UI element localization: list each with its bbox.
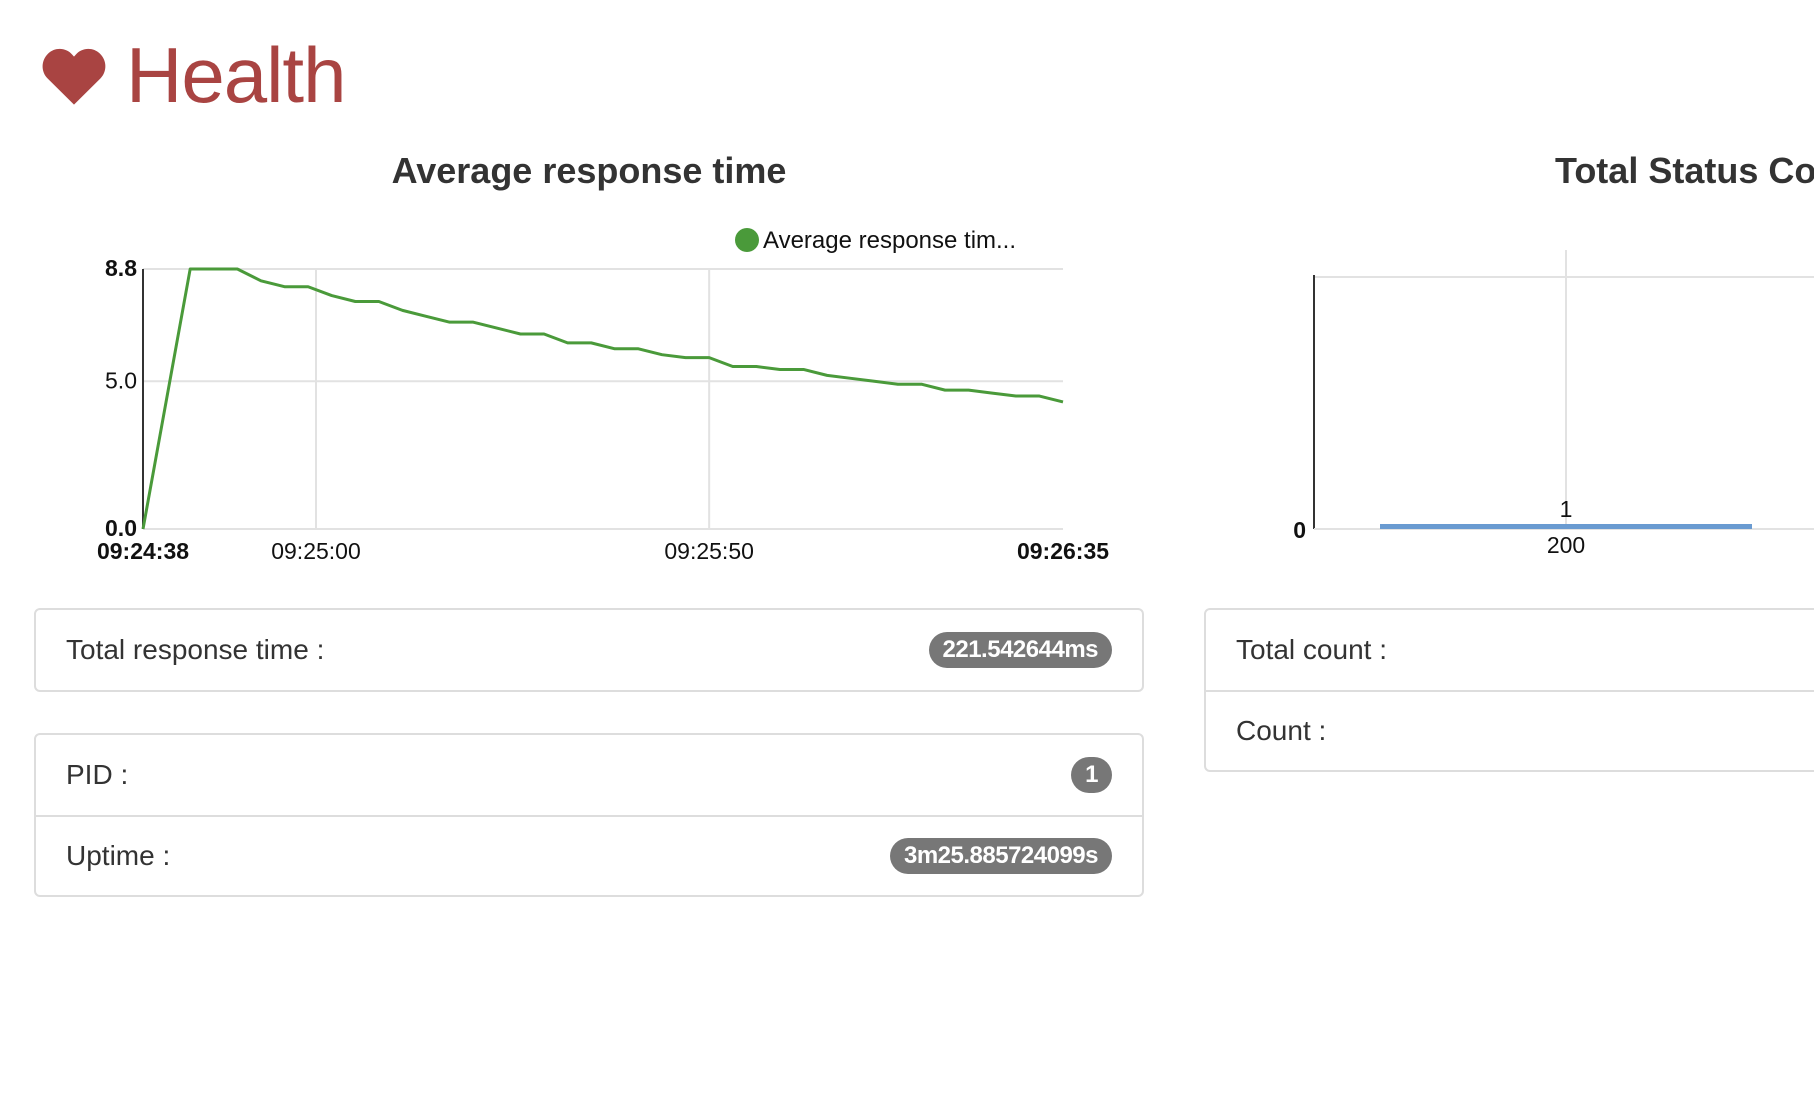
- x-tick-label: 200: [1547, 532, 1585, 558]
- total-response-label: Total response time :: [66, 634, 325, 665]
- total-response-row: Total response time : 221.542644ms: [36, 610, 1142, 690]
- response-time-line: [141, 267, 1064, 530]
- x-tick-label: 09:25:00: [271, 538, 361, 564]
- page-header: Health: [40, 30, 346, 120]
- x-tick-label: 09:26:35: [1017, 538, 1109, 564]
- uptime-badge: 3m25.885724099s: [889, 838, 1112, 874]
- y-tick-label: 0: [1293, 517, 1306, 543]
- total-response-badge: 221.542644ms: [928, 632, 1112, 668]
- total-response-panel: Total response time : 221.542644ms: [34, 608, 1144, 692]
- count-row: Count :: [1206, 690, 1814, 770]
- legend-label: Average response tim...: [763, 227, 1016, 254]
- y-tick-label: 8.8: [105, 255, 137, 281]
- status-code-chart: 0 1 200: [1293, 250, 1814, 558]
- pid-badge: 1: [1071, 757, 1112, 793]
- response-time-chart: 8.85.00.009:24:38 09:25:00 09:25:50 09:26:3…: [97, 227, 1109, 564]
- y-tick-label: 5.0: [105, 367, 137, 393]
- x-tick-label: 09:24:38: [97, 538, 189, 564]
- total-count-label: Total count :: [1236, 634, 1387, 665]
- pid-row: PID : 1: [36, 735, 1142, 815]
- legend-swatch: [735, 228, 759, 252]
- process-info-panel: PID : 1 Uptime : 3m25.885724099s: [34, 733, 1144, 897]
- response-chart-title: Average response time: [391, 150, 787, 191]
- status-chart-title: Total Status Co: [1555, 150, 1814, 191]
- heart-icon: [42, 48, 106, 105]
- uptime-label: Uptime :: [66, 840, 171, 871]
- bar-value-label: 1: [1560, 496, 1573, 522]
- uptime-row: Uptime : 3m25.885724099s: [36, 815, 1142, 895]
- page-title: Health: [126, 31, 346, 119]
- pid-label: PID :: [66, 759, 129, 790]
- status-bar-200: [1380, 524, 1752, 529]
- total-count-row: Total count :: [1206, 610, 1814, 690]
- status-count-panel: Total count : Count :: [1204, 608, 1814, 772]
- count-label: Count :: [1236, 715, 1327, 746]
- x-tick-label: 09:25:50: [664, 538, 754, 564]
